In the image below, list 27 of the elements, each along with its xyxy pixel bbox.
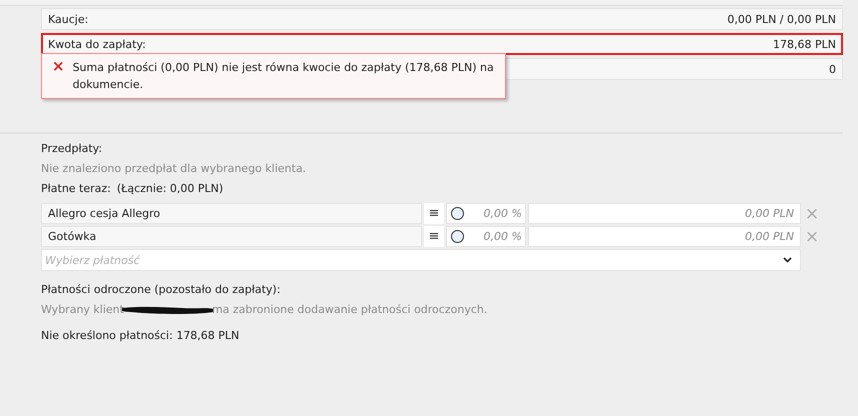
error-message: Suma płatności (0,00 PLN) nie jest równa kwocie do zapłaty (178,68 PLN) na dokumencie. bbox=[72, 60, 495, 93]
radio-button[interactable] bbox=[451, 230, 464, 243]
menu-button[interactable]: ≡ bbox=[424, 203, 444, 224]
error-icon: × bbox=[52, 59, 65, 93]
summary-label: Kwota do zapłaty: bbox=[48, 38, 146, 50]
remove-button[interactable]: × bbox=[803, 226, 821, 247]
payment-dropdown[interactable]: Wybierz płatność bbox=[41, 249, 801, 271]
deferred-note: ma zabronione dodawanie płatności odroczonych. bbox=[212, 303, 488, 316]
section-title: Płatności odroczone (pozostało do zapłaty): bbox=[41, 283, 282, 296]
chevron-down-icon bbox=[783, 257, 792, 263]
remove-button[interactable]: × bbox=[803, 203, 821, 224]
radio-button[interactable] bbox=[451, 207, 464, 220]
prepayments-note: Nie znaleziono przedpłat dla wybranego klienta. bbox=[41, 162, 308, 175]
payment-name[interactable]: Gotówka bbox=[41, 226, 422, 247]
menu-button[interactable]: ≡ bbox=[424, 226, 444, 247]
section-title: Przedpłaty: bbox=[41, 142, 104, 155]
total-label: (Łącznie: 0,00 PLN) bbox=[116, 182, 224, 195]
unassigned-amount: Nie określono płatności: 178,68 PLN bbox=[41, 329, 240, 342]
payment-name[interactable]: Allegro cesja Allegro bbox=[41, 203, 422, 224]
summary-value: 0 bbox=[829, 62, 836, 76]
amount-field[interactable]: 0,00 PLN bbox=[528, 226, 801, 247]
summary-value: 0,00 PLN / 0,00 PLN bbox=[727, 12, 836, 26]
summary-value: 178,68 PLN bbox=[773, 38, 836, 50]
amount-field[interactable]: 0,00 PLN bbox=[528, 203, 801, 224]
section-title: Płatne teraz: bbox=[41, 182, 111, 195]
deferred-note: Wybrany klient bbox=[41, 303, 124, 316]
summary-label: Kaucje: bbox=[48, 12, 88, 26]
